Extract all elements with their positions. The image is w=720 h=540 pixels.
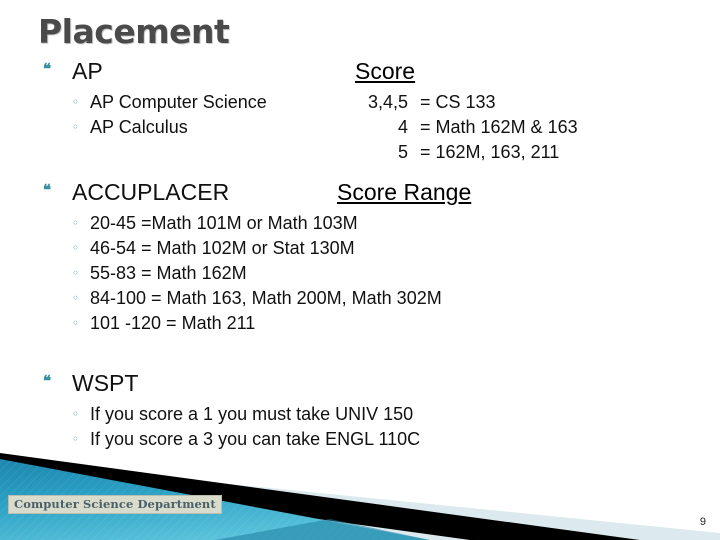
section-heading-accuplacer: ❝ ACCUPLACER Score Range — [0, 179, 720, 213]
bullet-level2-icon: ◦ — [72, 316, 80, 330]
bullet-level1-icon: ❝ — [43, 372, 52, 390]
accuplacer-range-row: 20-45 =Math 101M or Math 103M — [90, 213, 358, 233]
bullet-level2-icon: ◦ — [72, 120, 80, 134]
ap-score-value: 4 — [397, 117, 408, 137]
footer-swoosh-icon — [0, 453, 720, 540]
list-item: ◦ 84-100 = Math 163, Math 200M, Math 302… — [0, 288, 720, 313]
bullet-level2-icon: ◦ — [72, 407, 80, 421]
slide-body: ❝ AP Score ◦ AP Computer Science 3,4,5 =… — [0, 58, 720, 454]
wspt-rule-row: If you score a 1 you must take UNIV 150 — [90, 404, 414, 424]
bullet-level1-icon: ❝ — [43, 60, 52, 78]
ap-exam-name: AP Calculus — [90, 117, 188, 137]
list-item: 5 = 162M, 163, 211 — [0, 142, 720, 167]
section-heading-wspt: ❝ WSPT — [0, 370, 720, 404]
list-item: ◦ 55-83 = Math 162M — [0, 263, 720, 288]
accuplacer-range-row: 84-100 = Math 163, Math 200M, Math 302M — [90, 288, 442, 308]
section-heading-ap: ❝ AP Score — [0, 58, 720, 92]
page-title: Placement — [38, 12, 230, 51]
column-header-score-range: Score Range — [337, 179, 472, 205]
section-label-accuplacer: ACCUPLACER — [72, 179, 230, 205]
page-number: 9 — [699, 516, 706, 528]
bullet-level2-icon: ◦ — [72, 216, 80, 230]
accuplacer-range-row: 46-54 = Math 102M or Stat 130M — [90, 238, 355, 258]
department-badge: Computer Science Department — [8, 495, 222, 514]
ap-score-value: 5 — [397, 142, 408, 162]
ap-score-value: 3,4,5 — [367, 92, 408, 112]
section-label-ap: AP — [72, 58, 103, 84]
bullet-level2-icon: ◦ — [72, 95, 80, 109]
bullet-level2-icon: ◦ — [72, 241, 80, 255]
ap-placement-result: = Math 162M & 163 — [420, 117, 578, 137]
ap-placement-result: = 162M, 163, 211 — [420, 142, 560, 162]
accuplacer-range-row: 101 -120 = Math 211 — [90, 313, 256, 333]
list-item: ◦ AP Computer Science 3,4,5 = CS 133 — [0, 92, 720, 117]
list-item: ◦ 101 -120 = Math 211 — [0, 313, 720, 338]
accuplacer-range-row: 55-83 = Math 162M — [90, 263, 247, 283]
bullet-level1-icon: ❝ — [43, 181, 52, 199]
bullet-level2-icon: ◦ — [72, 266, 80, 280]
list-item: ◦ If you score a 3 you can take ENGL 110… — [0, 429, 720, 454]
section-label-wspt: WSPT — [72, 370, 139, 396]
ap-exam-name: AP Computer Science — [90, 92, 267, 112]
list-item: ◦ If you score a 1 you must take UNIV 15… — [0, 404, 720, 429]
slide-canvas: Placement ❝ AP Score ◦ AP Computer Scien… — [0, 0, 720, 540]
ap-placement-result: = CS 133 — [420, 92, 496, 112]
list-item: ◦ 20-45 =Math 101M or Math 103M — [0, 213, 720, 238]
bullet-level2-icon: ◦ — [72, 432, 80, 446]
wspt-rule-row: If you score a 3 you can take ENGL 110C — [90, 429, 421, 449]
list-item: ◦ 46-54 = Math 102M or Stat 130M — [0, 238, 720, 263]
column-header-score: Score — [355, 58, 416, 84]
bullet-level2-icon: ◦ — [72, 291, 80, 305]
footer-decoration — [0, 445, 720, 540]
list-item: ◦ AP Calculus 4 = Math 162M & 163 — [0, 117, 720, 142]
